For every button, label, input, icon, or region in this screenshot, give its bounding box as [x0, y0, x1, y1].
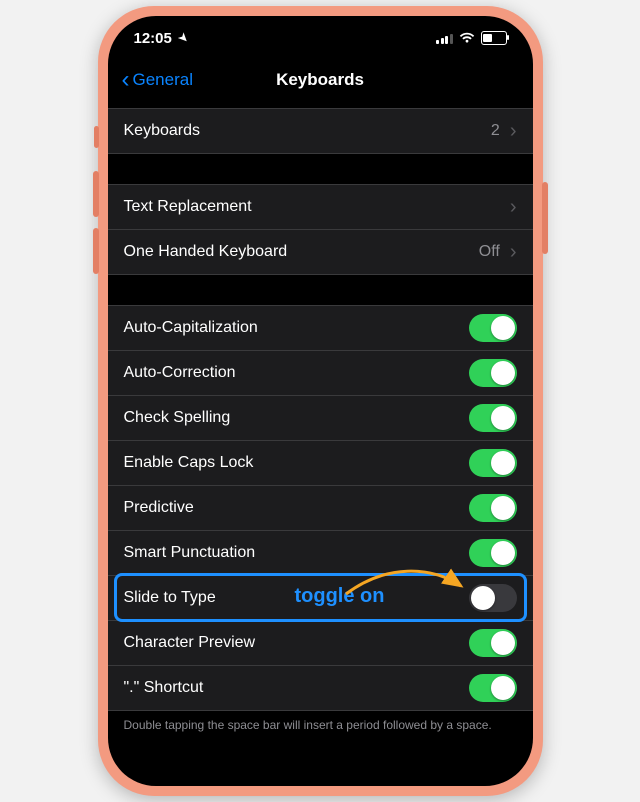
volume-up-button [93, 171, 99, 217]
chevron-left-icon: ‹ [122, 68, 130, 92]
chevron-right-icon: › [510, 241, 517, 264]
row-label: "." Shortcut [124, 679, 459, 697]
screen: 12:05 ➤ ‹ [108, 16, 533, 786]
battery-icon [481, 31, 507, 45]
group-toggles: Auto-Capitalization Auto-Correction Check … [108, 305, 533, 711]
toggle-switch[interactable] [469, 404, 517, 432]
row-toggle[interactable]: Auto-Capitalization [108, 306, 533, 350]
back-label: General [133, 70, 193, 90]
row-value: Off [479, 243, 500, 261]
row-toggle[interactable]: Character Preview [108, 620, 533, 665]
toggle-switch[interactable] [469, 674, 517, 702]
location-icon: ➤ [175, 30, 191, 46]
row-label: Check Spelling [124, 409, 459, 427]
toggle-switch[interactable] [469, 629, 517, 657]
notch [225, 16, 415, 42]
row-toggle[interactable]: Check Spelling [108, 395, 533, 440]
cellular-icon [436, 33, 453, 44]
chevron-right-icon: › [510, 196, 517, 219]
row-toggle[interactable]: Enable Caps Lock [108, 440, 533, 485]
row-one-handed[interactable]: One Handed Keyboard Off › [108, 229, 533, 274]
row-label: Text Replacement [124, 198, 500, 216]
row-label: Auto-Correction [124, 364, 459, 382]
row-label: Keyboards [124, 122, 481, 140]
wifi-icon [459, 32, 475, 44]
toggle-switch[interactable] [469, 359, 517, 387]
row-toggle[interactable]: Auto-Correction [108, 350, 533, 395]
row-toggle[interactable]: Smart Punctuation [108, 530, 533, 575]
toggle-switch[interactable] [469, 449, 517, 477]
row-label: Auto-Capitalization [124, 319, 459, 337]
row-label: Smart Punctuation [124, 544, 459, 562]
mute-switch [94, 126, 99, 148]
toggle-switch[interactable] [469, 584, 517, 612]
page-title: Keyboards [276, 70, 364, 90]
back-button[interactable]: ‹ General [122, 68, 193, 92]
toggle-switch[interactable] [469, 494, 517, 522]
chevron-right-icon: › [510, 120, 517, 143]
group-keyboards: Keyboards 2 › [108, 108, 533, 154]
row-label: Slide to Type [124, 589, 459, 607]
row-label: One Handed Keyboard [124, 243, 469, 261]
status-time: 12:05 [134, 30, 172, 47]
row-toggle[interactable]: Predictive [108, 485, 533, 530]
row-label: Enable Caps Lock [124, 454, 459, 472]
row-label: Predictive [124, 499, 459, 517]
nav-header: ‹ General Keyboards [108, 60, 533, 100]
row-toggle[interactable]: Slide to Type [108, 575, 533, 620]
row-toggle[interactable]: "." Shortcut [108, 665, 533, 710]
row-text-replacement[interactable]: Text Replacement › [108, 185, 533, 229]
group-text-options: Text Replacement › One Handed Keyboard O… [108, 184, 533, 275]
row-keyboards[interactable]: Keyboards 2 › [108, 109, 533, 153]
row-label: Character Preview [124, 634, 459, 652]
toggle-switch[interactable] [469, 314, 517, 342]
power-button [542, 182, 548, 254]
volume-down-button [93, 228, 99, 274]
footer-text: Double tapping the space bar will insert… [108, 711, 533, 733]
toggle-switch[interactable] [469, 539, 517, 567]
phone-frame: 12:05 ➤ ‹ [98, 6, 543, 796]
row-value: 2 [491, 122, 500, 140]
